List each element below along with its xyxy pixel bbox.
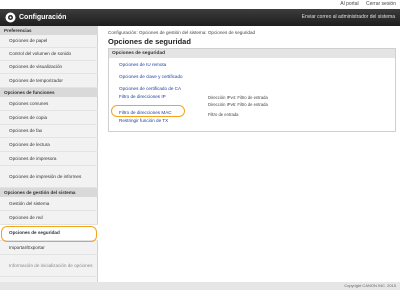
link-ip-filter[interactable]: Filtro de direcciones IP (119, 94, 166, 99)
panel-title: Opciones de seguridad (109, 49, 395, 58)
main-content: Configuración: Opciones de gestión del s… (99, 26, 400, 282)
sidebar-item-display[interactable]: Opciones de visualización (0, 61, 98, 74)
mac-filter-desc: Filtro de entrada (208, 112, 239, 117)
sidebar-section-management: Opciones de gestión del sistema (0, 188, 98, 197)
copyright: Copyright CANON INC. 2015 (344, 283, 396, 288)
sidebar-item-volume[interactable]: Control del volumen de sonido (0, 48, 98, 61)
sidebar-item-init-info[interactable]: Información de inicialización de opcione… (0, 255, 98, 277)
top-strip: Al portal Cerrar sesión (0, 0, 400, 9)
sidebar-item-import-export[interactable]: Importar/Exportar (0, 241, 98, 255)
sidebar-item-system-management[interactable]: Gestión del sistema (0, 197, 98, 211)
link-key-certificate[interactable]: Opciones de clave y certificado (119, 74, 183, 79)
security-options-panel: Opciones de seguridad Opciones de IU rem… (108, 48, 396, 132)
ip-filter-desc-ipv6: Dirección IPv6: Filtro de entrada (208, 102, 268, 107)
sidebar-section-preferences: Preferencias (0, 26, 98, 35)
sidebar-item-printer[interactable]: Opciones de impresora (0, 152, 98, 166)
link-remote-ui[interactable]: Opciones de IU remota (119, 62, 166, 67)
link-ca-certificate[interactable]: Opciones de certificado de CA (119, 86, 181, 91)
sidebar-item-paper[interactable]: Opciones de papel (0, 35, 98, 48)
app-header: Configuración Enviar correo al administr… (0, 9, 400, 26)
sidebar-item-fax[interactable]: Opciones de fax (0, 125, 98, 138)
sidebar-section-functions: Opciones de funciones (0, 88, 98, 97)
sidebar-item-network[interactable]: Opciones de red (0, 211, 98, 225)
logout-link[interactable]: Cerrar sesión (366, 1, 396, 7)
portal-link[interactable]: Al portal (340, 1, 358, 7)
settings-home-icon (5, 12, 16, 23)
sidebar: Preferencias Opciones de papel Control d… (0, 26, 98, 290)
highlight-ring-sidebar (1, 226, 97, 242)
link-restrict-tx[interactable]: Restringir función de TX (119, 118, 168, 123)
app-title: Configuración (19, 14, 67, 21)
sidebar-item-report-print[interactable]: Opciones de impresión de informes (0, 166, 98, 188)
sidebar-item-timer[interactable]: Opciones de temporizador (0, 74, 98, 88)
sidebar-item-scan[interactable]: Opciones de lectura (0, 138, 98, 152)
mail-admin-link[interactable]: Enviar correo al administrador del siste… (302, 9, 395, 26)
sidebar-item-common[interactable]: Opciones comunes (0, 97, 98, 111)
top-links: Al portal Cerrar sesión (334, 0, 396, 9)
ip-filter-desc-ipv4: Dirección IPv4: Filtro de entrada (208, 95, 268, 100)
highlight-ring-mac-filter (111, 105, 185, 117)
sidebar-item-copy[interactable]: Opciones de copia (0, 111, 98, 125)
footer: Copyright CANON INC. 2015 (0, 282, 400, 290)
breadcrumb: Configuración: Opciones de gestión del s… (108, 30, 256, 35)
page-title: Opciones de seguridad (108, 37, 191, 46)
